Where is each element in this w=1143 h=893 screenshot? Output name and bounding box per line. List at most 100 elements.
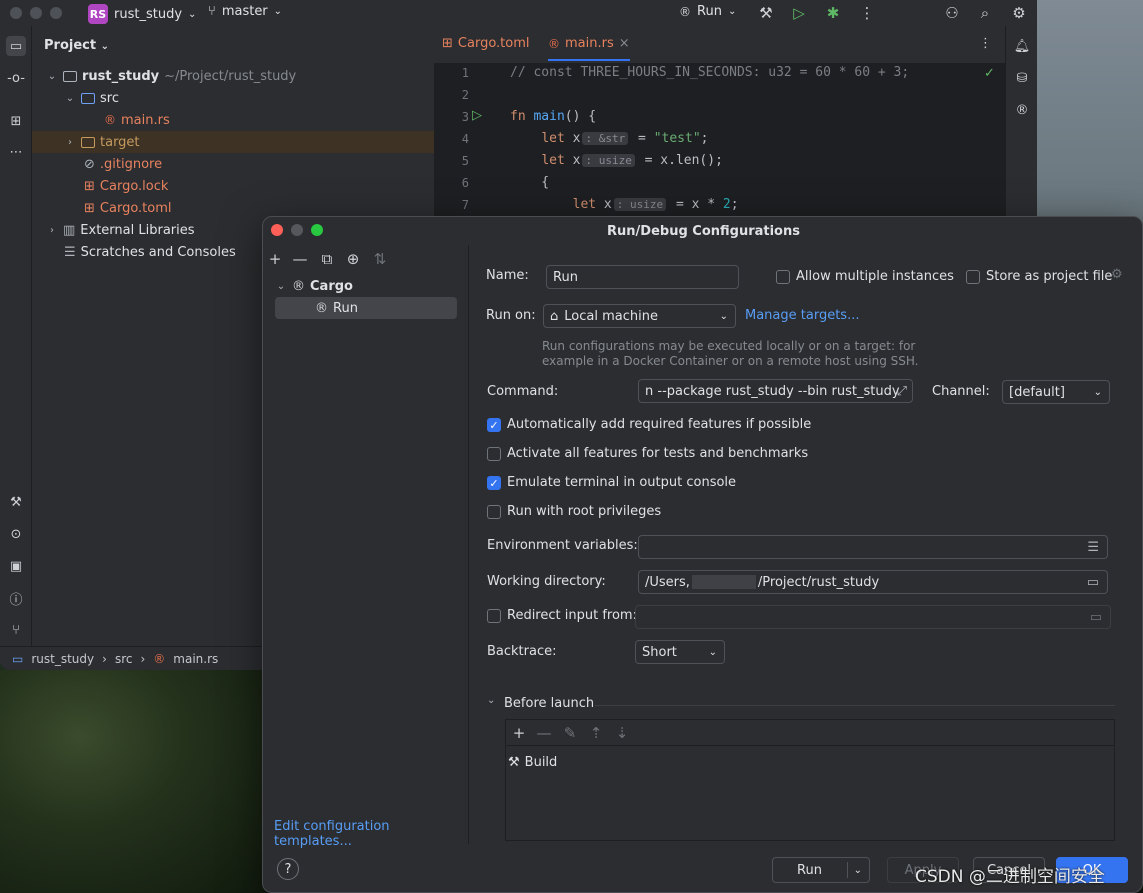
code-line-5[interactable]: let x: usize = x.len(); <box>510 153 723 168</box>
project-badge: RS <box>88 4 108 24</box>
minimize-window-button[interactable] <box>30 7 42 19</box>
tree-item-root[interactable]: ⌄ rust_study ~/Project/rust_study <box>46 65 296 87</box>
working-dir-value-end: /Project/rust_study <box>757 574 880 590</box>
folder-icon <box>81 136 95 148</box>
code-line-1[interactable]: // const THREE_HOURS_IN_SECONDS: u32 = 6… <box>510 65 909 80</box>
tree-group-label: Cargo <box>310 278 353 294</box>
chevron-down-icon[interactable]: ⌄ <box>487 695 495 706</box>
chevron-down-icon: ⌄ <box>276 280 286 292</box>
manage-targets-link[interactable]: Manage targets... <box>745 308 859 323</box>
run-button[interactable]: Run ⌄ <box>772 857 870 883</box>
chevron-down-icon: ⌄ <box>47 70 57 82</box>
remove-icon[interactable]: — <box>290 249 310 269</box>
new-folder-icon[interactable]: ⊕ <box>343 249 363 269</box>
terminal-icon[interactable]: ▣ <box>6 556 26 576</box>
tree-item-cargo-lock[interactable]: ⊞ Cargo.lock <box>84 175 168 197</box>
name-input[interactable]: Run <box>546 265 739 289</box>
problems-icon[interactable]: ⓘ <box>6 588 26 608</box>
ferris-icon: ® <box>679 4 691 19</box>
close-window-button[interactable] <box>10 7 22 19</box>
add-icon[interactable]: + <box>265 249 285 269</box>
copy-icon[interactable]: ⧉ <box>317 249 337 269</box>
all-features-checkbox[interactable] <box>487 447 501 461</box>
notifications-icon[interactable]: 🔔︎ <box>1012 36 1032 56</box>
run-config-selector[interactable]: ® Run ⌄ <box>679 4 736 19</box>
allow-multiple-checkbox[interactable] <box>776 270 790 284</box>
tree-item-target[interactable]: › target <box>32 131 434 153</box>
more-tools-icon[interactable]: ⋯ <box>6 142 26 162</box>
code-line-6[interactable]: { <box>510 175 549 190</box>
project-panel-title[interactable]: Project ⌄ <box>44 38 109 53</box>
build-hammer-icon[interactable]: ⚒ <box>6 492 26 512</box>
more-tabs-icon[interactable]: ⋮ <box>979 36 992 51</box>
redirect-input-checkbox[interactable] <box>487 609 501 623</box>
edit-templates-link[interactable]: Edit configuration templates... <box>274 819 468 849</box>
code-line-4[interactable]: let x: &str = "test"; <box>510 131 708 146</box>
auto-features-label: Automatically add required features if p… <box>507 417 812 432</box>
build-hammer-icon[interactable]: ⚒ <box>756 3 776 23</box>
run-gutter-icon[interactable]: ▷ <box>472 108 482 123</box>
tab-main-rs[interactable]: ® main.rs × <box>548 36 630 61</box>
expand-icon[interactable]: ⤢ <box>897 384 907 399</box>
backtrace-select[interactable]: Short ⌄ <box>635 640 725 664</box>
project-switcher[interactable]: RS rust_study ⌄ <box>88 4 196 24</box>
watermark: CSDN @二进制空间安全 <box>915 867 1105 887</box>
tree-item-external-libraries[interactable]: › ▥ External Libraries <box>46 219 195 241</box>
checkmark-icon: ✓ <box>984 66 995 81</box>
run-on-select[interactable]: ⌂ Local machine ⌄ <box>543 304 736 328</box>
root-privileges-checkbox[interactable] <box>487 505 501 519</box>
before-launch-task[interactable]: ⚒ Build <box>508 751 557 773</box>
tree-item-label: main.rs <box>121 112 170 128</box>
debug-icon[interactable]: ✱ <box>823 3 843 23</box>
line-number: 5 <box>461 154 469 168</box>
emulate-terminal-checkbox[interactable]: ✓ <box>487 476 501 490</box>
breadcrumb-item[interactable]: rust_study <box>31 652 94 666</box>
more-actions-icon[interactable]: ⋮ <box>857 3 877 23</box>
database-icon[interactable]: ⛁ <box>1012 68 1032 88</box>
command-input[interactable]: n --package rust_study --bin rust_study … <box>638 379 913 403</box>
branch-switcher[interactable]: ⑂ master ⌄ <box>208 4 282 19</box>
zoom-dialog-button[interactable] <box>311 224 323 236</box>
add-icon[interactable]: + <box>509 723 529 743</box>
ferris-icon[interactable]: ® <box>1012 100 1032 120</box>
structure-icon[interactable]: ⊞ <box>6 111 26 131</box>
tab-cargo-toml[interactable]: ⊞ Cargo.toml <box>442 36 530 51</box>
git-icon[interactable]: ⑂ <box>6 620 26 640</box>
breadcrumb-item[interactable]: main.rs <box>173 652 218 666</box>
gear-icon[interactable]: ⚙ <box>1111 267 1123 282</box>
tree-item-scratches[interactable]: ☰ Scratches and Consoles <box>64 241 236 263</box>
store-project-checkbox[interactable] <box>966 270 980 284</box>
close-icon[interactable]: × <box>619 36 630 51</box>
close-dialog-button[interactable] <box>271 224 283 236</box>
gear-icon[interactable]: ⚙ <box>1009 3 1029 23</box>
zoom-window-button[interactable] <box>50 7 62 19</box>
tree-item-main-rs[interactable]: ® main.rs <box>104 109 170 131</box>
code-line-3[interactable]: fn main() { <box>510 109 596 124</box>
home-icon: ⌂ <box>550 308 559 324</box>
folder-icon[interactable]: ▭ <box>1087 575 1099 590</box>
tree-item-cargo-toml[interactable]: ⊞ Cargo.toml <box>84 197 172 219</box>
env-vars-input[interactable]: ☰ <box>638 535 1108 559</box>
tree-item-run[interactable]: ® Run <box>275 297 457 319</box>
working-dir-input[interactable]: /Users, /Project/rust_study ▭ <box>638 570 1108 594</box>
before-launch-heading[interactable]: Before launch <box>504 696 594 711</box>
folder-icon[interactable]: ▭ <box>6 36 26 56</box>
tree-item-gitignore[interactable]: ⊘ .gitignore <box>84 153 162 175</box>
document-icon[interactable]: ☰ <box>1087 540 1099 555</box>
commit-icon[interactable]: -o- <box>6 68 26 88</box>
toml-file-icon: ⊞ <box>84 178 95 194</box>
help-button[interactable]: ? <box>277 858 299 880</box>
chevron-down-icon: ⌄ <box>100 41 109 52</box>
run-icon[interactable]: ▷ <box>789 3 809 23</box>
channel-select[interactable]: [default] ⌄ <box>1002 380 1110 404</box>
add-user-icon[interactable]: ⚇ <box>942 3 962 23</box>
chevron-down-icon[interactable]: ⌄ <box>854 865 862 876</box>
auto-features-checkbox[interactable]: ✓ <box>487 418 501 432</box>
code-line-7[interactable]: let x: usize = x * 2; <box>510 197 739 212</box>
services-icon[interactable]: ⊙ <box>6 524 26 544</box>
tree-group-cargo[interactable]: ⌄ ® Cargo <box>275 275 353 297</box>
tree-item-src[interactable]: ⌄ src <box>64 87 119 109</box>
line-number: 4 <box>461 132 469 146</box>
breadcrumb-item[interactable]: src <box>115 652 133 666</box>
search-icon[interactable]: ⌕ <box>975 3 995 23</box>
